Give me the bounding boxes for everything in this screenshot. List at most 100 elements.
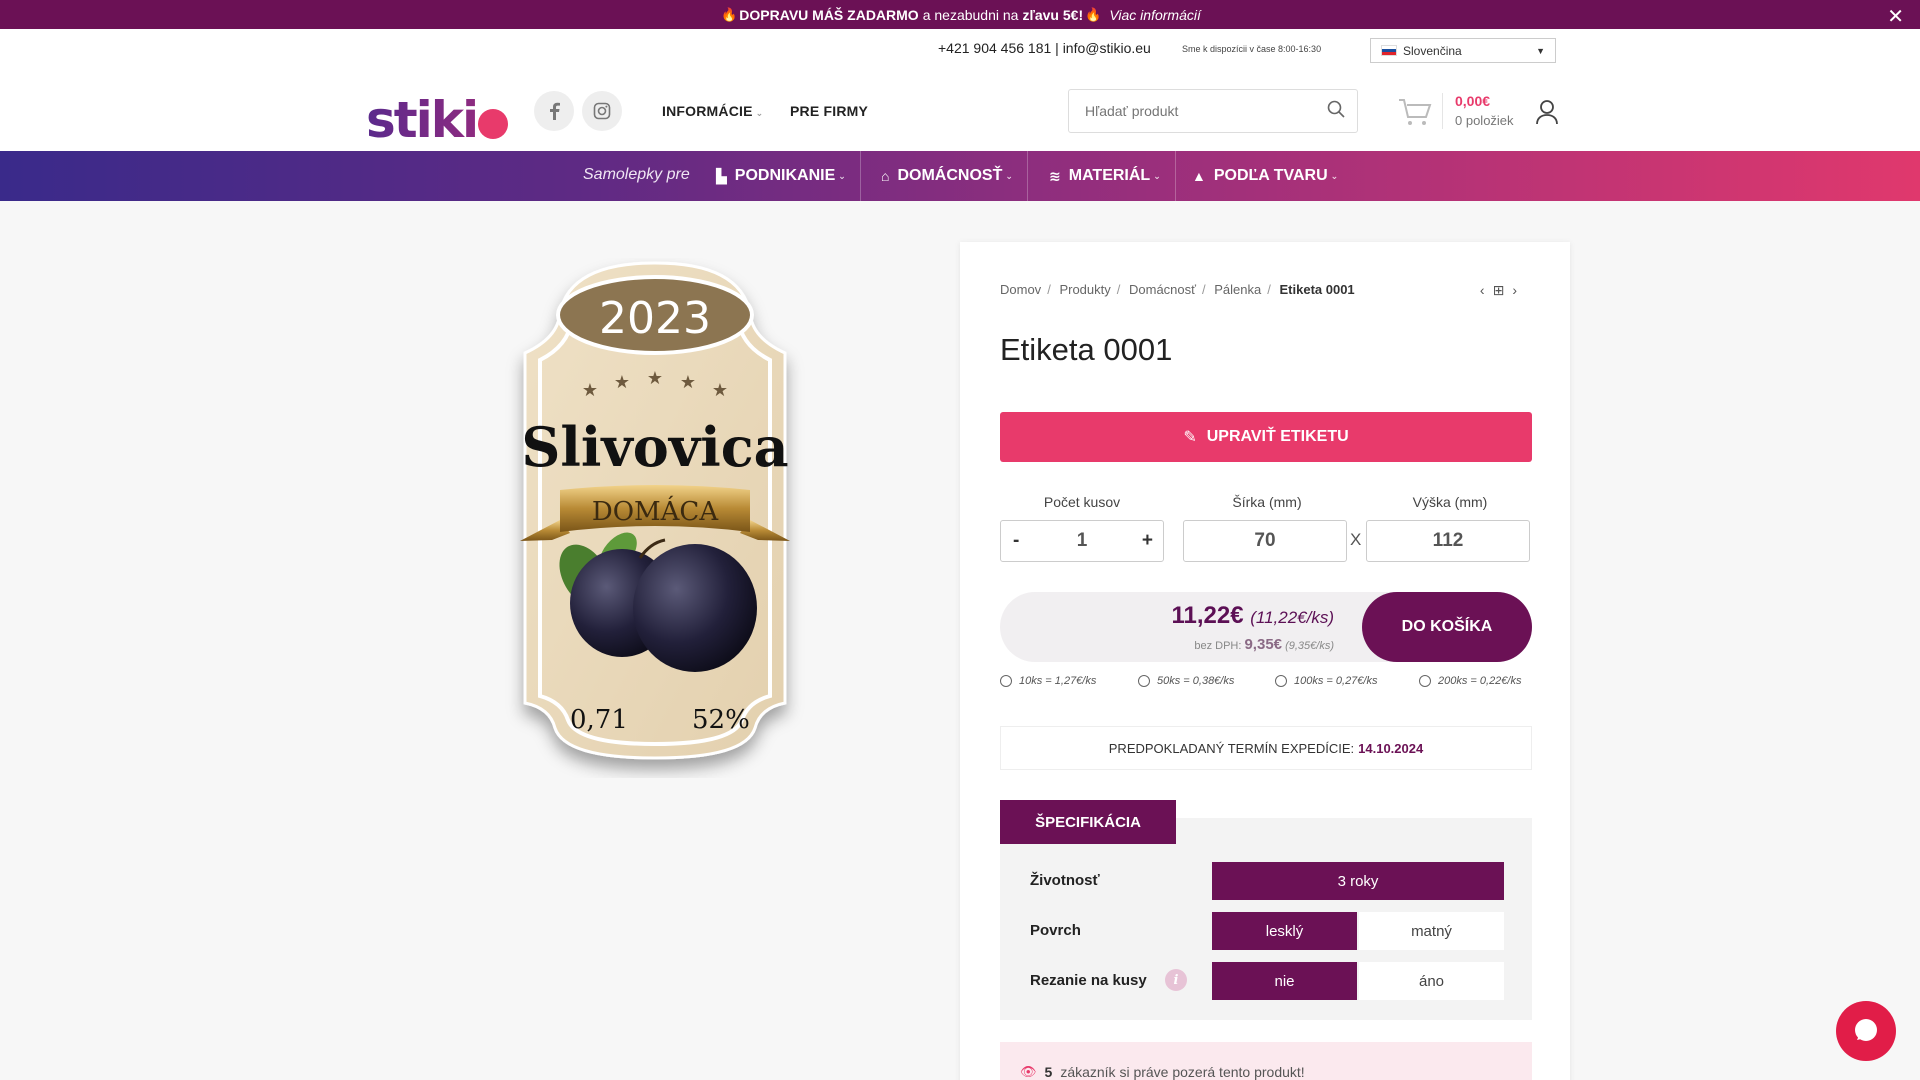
promo-bar: 🔥 DOPRAVU MÁŠ ZADARMO a nezabudni na zľa… <box>0 0 1920 29</box>
breadcrumb-current: Etiketa 0001 <box>1279 282 1355 297</box>
breadcrumb-domov[interactable]: Domov <box>1000 282 1041 297</box>
fire-icon: 🔥 <box>1085 6 1102 22</box>
category-domacnost[interactable]: ⌂ DOMÁCNOSŤ ⌄ <box>867 151 1028 201</box>
contact-info[interactable]: +421 904 456 181 | info@stikio.eu <box>938 40 1151 56</box>
chevron-down-icon: ⌄ <box>755 108 764 118</box>
label-volume: 0,71 <box>570 705 628 735</box>
caret-down-icon: ▼ <box>1536 45 1545 56</box>
radio-icon <box>1138 675 1150 687</box>
chevron-down-icon: ⌄ <box>1330 170 1339 181</box>
height-field[interactable]: 112 <box>1366 520 1530 562</box>
category-label: MATERIÁL <box>1068 167 1151 184</box>
svg-text:★: ★ <box>712 380 728 401</box>
quantity-input[interactable]: 1 <box>1077 530 1088 552</box>
shipping-date: 14.10.2024 <box>1358 740 1424 756</box>
option-lifetime-3-roky[interactable]: 3 roky <box>1212 862 1504 900</box>
cart-icon[interactable] <box>1398 97 1432 127</box>
option-surface-matny[interactable]: matný <box>1359 912 1504 950</box>
tier-label: 200ks = 0,22€/ks <box>1438 675 1522 687</box>
height-value: 112 <box>1432 530 1464 551</box>
language-select[interactable]: Slovenčina ▼ <box>1370 38 1556 63</box>
category-material[interactable]: ≋ MATERIÁL ⌄ <box>1035 151 1176 201</box>
nav-pre-firmy[interactable]: PRE FIRMY <box>790 103 868 119</box>
chevron-right-icon[interactable]: › <box>1512 282 1525 298</box>
edit-label-button[interactable]: ✎ UPRAVIŤ ETIKETU <box>1000 412 1532 462</box>
category-podnikanie[interactable]: ▙ PODNIKANIE ⌄ <box>702 151 861 201</box>
chat-button[interactable] <box>1836 1001 1896 1061</box>
tier-label: 10ks = 1,27€/ks <box>1019 675 1097 687</box>
cart-total[interactable]: 0,00€ <box>1455 93 1490 109</box>
width-value: 70 <box>1254 530 1276 551</box>
language-label: Slovenčina <box>1403 43 1462 58</box>
category-label: DOMÁCNOSŤ <box>897 167 1003 184</box>
close-icon[interactable]: ✕ <box>1887 4 1904 29</box>
tier-option[interactable]: 50ks = 0,38€/ks <box>1138 675 1234 687</box>
search-box <box>1068 89 1358 133</box>
home-icon: ⌂ <box>881 168 890 184</box>
tab-specifikacia[interactable]: ŠPECIFIKÁCIA <box>1000 800 1176 844</box>
price-with-vat: 11,22€ (11,22€/ks) <box>1171 602 1334 630</box>
user-icon[interactable] <box>1535 99 1559 125</box>
eye-icon: 👁 <box>1020 1064 1037 1079</box>
price-per-piece: (11,22€/ks) <box>1250 608 1334 627</box>
shapes-icon: ▲ <box>1192 168 1206 184</box>
info-icon[interactable]: i <box>1165 969 1187 991</box>
edit-label-text: UPRAVIŤ ETIKETU <box>1206 428 1349 445</box>
category-podla-tvaru[interactable]: ▲ PODĽA TVARU ⌄ <box>1178 151 1352 201</box>
product-title: Etiketa 0001 <box>1000 332 1173 367</box>
price-net-value: 9,35€ <box>1244 636 1283 653</box>
search-input[interactable] <box>1085 103 1315 119</box>
chevron-down-icon: ⌄ <box>838 170 846 181</box>
width-label: Šírka (mm) <box>1232 494 1302 510</box>
product-nav: ‹⊞› <box>1480 282 1525 299</box>
pencil-icon: ✎ <box>1183 429 1197 446</box>
svg-text:★: ★ <box>680 372 696 393</box>
site-header: +421 904 456 181 | info@stikio.eu Sme k … <box>0 29 1920 151</box>
option-surface-leskly[interactable]: lesklý <box>1212 912 1357 950</box>
site-logo[interactable]: stiki <box>366 91 509 149</box>
width-field[interactable]: 70 <box>1183 520 1347 562</box>
promo-more-link[interactable]: Viac informácií <box>1109 7 1201 23</box>
facebook-icon[interactable] <box>534 91 574 131</box>
grid-icon[interactable]: ⊞ <box>1493 282 1513 298</box>
radio-icon <box>1000 675 1012 687</box>
height-label: Výška (mm) <box>1412 494 1488 510</box>
nav-informacie[interactable]: INFORMÁCIE ⌄ <box>662 103 763 119</box>
factory-icon: ▙ <box>716 167 727 184</box>
breadcrumb-produkty[interactable]: Produkty <box>1059 282 1110 297</box>
category-label: PODĽA TVARU <box>1213 167 1328 184</box>
product-image[interactable]: 2023 ★ ★ ★ ★ ★ Slivovica DOMÁCA 0,71 52% <box>490 258 820 778</box>
price-net-label: bez DPH: <box>1194 640 1242 652</box>
product-panel: Domov / Produkty / Domácnosť / Pálenka / Eti… <box>960 242 1570 1080</box>
shipping-label: PREDPOKLADANÝ TERMÍN EXPEDÍCIE: <box>1108 740 1355 756</box>
promo-bold-text: DOPRAVU MÁŠ ZADARMO <box>739 6 919 23</box>
divider <box>1442 93 1443 129</box>
breadcrumb-palenka[interactable]: Pálenka <box>1214 282 1261 297</box>
quantity-plus-button[interactable]: + <box>1142 530 1153 552</box>
svg-text:★: ★ <box>582 380 598 401</box>
radio-icon <box>1419 675 1431 687</box>
category-bar: Samolepky pre ▙ PODNIKANIE ⌄ ⌂ DOMÁCNOSŤ ⌄… <box>0 151 1920 201</box>
breadcrumb-domacnost[interactable]: Domácnosť <box>1129 282 1196 297</box>
option-cutting-ano[interactable]: áno <box>1359 962 1504 1000</box>
logo-text: stiki <box>366 91 479 149</box>
option-cutting-nie[interactable]: nie <box>1212 962 1357 1000</box>
label-year: 2023 <box>599 293 711 344</box>
price-value: 11,22€ <box>1171 602 1244 629</box>
cart-item-count[interactable]: 0 položiek <box>1455 113 1514 128</box>
quantity-label: Počet kusov <box>1043 494 1121 510</box>
quantity-minus-button[interactable]: - <box>1013 530 1019 552</box>
tier-option[interactable]: 100ks = 0,27€/ks <box>1275 675 1377 687</box>
tier-option[interactable]: 200ks = 0,22€/ks <box>1419 675 1521 687</box>
instagram-icon[interactable] <box>582 91 622 131</box>
viewers-count: 5 <box>1044 1064 1053 1080</box>
search-icon[interactable] <box>1327 100 1345 118</box>
nav-informacie-label: INFORMÁCIE <box>662 103 753 119</box>
tier-option[interactable]: 10ks = 1,27€/ks <box>1000 675 1096 687</box>
radio-icon <box>1275 675 1287 687</box>
quantity-stepper: - 1 + <box>1000 520 1164 562</box>
chevron-left-icon[interactable]: ‹ <box>1480 282 1493 298</box>
dimension-separator: X <box>1350 530 1362 549</box>
chevron-down-icon: ⌄ <box>1153 170 1161 181</box>
add-to-cart-button[interactable]: DO KOŠÍKA <box>1362 592 1532 662</box>
